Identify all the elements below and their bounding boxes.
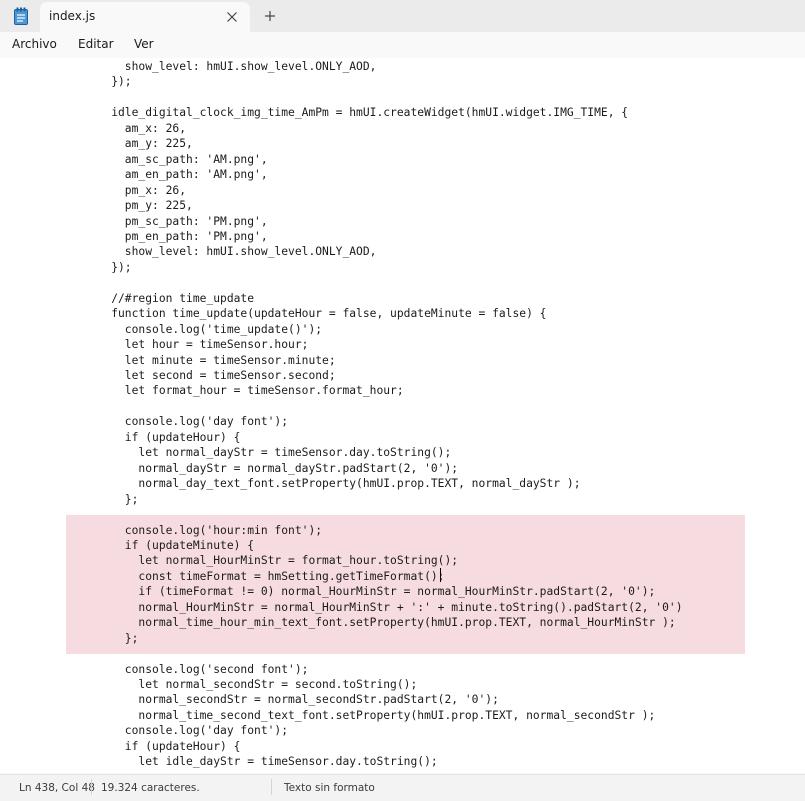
code-line: normal_HourMinStr = normal_HourMinStr + … — [84, 600, 683, 614]
code-line: pm_en_path: 'PM.png', — [84, 229, 268, 243]
status-divider — [271, 779, 272, 795]
code-line: pm_sc_path: 'PM.png', — [84, 214, 268, 228]
code-line: }; — [84, 631, 139, 645]
code-line: let normal_dayStr = timeSensor.day.toStr… — [84, 446, 452, 460]
character-count: 19.324 caracteres. — [101, 782, 200, 794]
code-line: //#region time_update — [84, 291, 255, 305]
code-line: normal_day_text_font.setProperty(hmUI.pr… — [84, 477, 581, 491]
text-format: Texto sin formato — [284, 782, 375, 794]
code-line: let normal_HourMinStr = format_hour.toSt… — [84, 554, 459, 568]
code-line: console.log('hour:min font'); — [84, 523, 323, 537]
code-line: let second = timeSensor.second; — [84, 369, 336, 382]
notepad-icon — [13, 7, 29, 25]
status-divider — [91, 779, 92, 795]
text-editor[interactable]: show_level: hmUI.show_level.ONLY_AOD, })… — [0, 58, 805, 773]
code-line: }; — [84, 492, 139, 506]
cursor-position: Ln 438, Col 48 — [19, 782, 95, 794]
code-line: const timeFormat = hmSetting.getTimeForm… — [84, 569, 445, 583]
status-bar: Ln 438, Col 48 19.324 caracteres. Texto … — [0, 774, 805, 801]
code-line: show_level: hmUI.show_level.ONLY_AOD, — [84, 60, 377, 73]
code-line: console.log('day font'); — [84, 724, 289, 738]
menu-ver[interactable]: Ver — [134, 37, 154, 51]
code-line: if (updateHour) { — [84, 739, 241, 753]
text-caret — [440, 568, 441, 582]
code-line: let normal_secondStr = second.toString()… — [84, 678, 418, 691]
code-line: }); — [84, 260, 132, 274]
code-line: pm_x: 26, — [84, 183, 187, 197]
code-line: let hour = timeSensor.hour; — [84, 338, 309, 352]
menu-bar: Archivo Editar Ver — [0, 32, 805, 58]
code-line: normal_time_second_text_font.setProperty… — [84, 708, 656, 722]
code-line: pm_y: 225, — [84, 199, 193, 213]
code-line: let format_hour = timeSensor.format_hour… — [84, 384, 404, 398]
code-line: am_sc_path: 'AM.png', — [84, 152, 268, 166]
code-line: normal_secondStr = normal_secondStr.padS… — [84, 693, 499, 707]
code-line: if (updateMinute) { — [84, 538, 255, 552]
close-icon[interactable] — [224, 9, 240, 25]
code-line: idle_digital_clock_img_time_AmPm = hmUI.… — [84, 106, 629, 120]
code-line: console.log('day font'); — [84, 415, 289, 429]
code-line: am_y: 225, — [84, 137, 193, 151]
code-line: if (updateHour) { — [84, 430, 241, 444]
code-line: am_x: 26, — [84, 121, 187, 135]
code-line: show_level: hmUI.show_level.ONLY_AOD, — [84, 245, 377, 259]
code-line: normal_dayStr = normal_dayStr.padStart(2… — [84, 461, 459, 475]
code-line: let minute = timeSensor.minute; — [84, 353, 336, 367]
title-bar: index.js — [0, 0, 805, 32]
code-line: console.log('time_update()'); — [84, 322, 323, 336]
code-line: if (timeFormat != 0) normal_HourMinStr =… — [84, 585, 656, 599]
plus-icon[interactable] — [262, 8, 278, 24]
menu-editar[interactable]: Editar — [78, 37, 114, 51]
code-line: let idle_dayStr = timeSensor.day.toStrin… — [84, 755, 438, 769]
code-line: am_en_path: 'AM.png', — [84, 168, 268, 182]
code-line: function time_update(updateHour = false,… — [84, 307, 547, 321]
code-line: }); — [84, 75, 132, 89]
menu-archivo[interactable]: Archivo — [12, 37, 57, 51]
tab-title: index.js — [49, 9, 96, 23]
tab-index-js[interactable]: index.js — [40, 2, 250, 32]
code-line: normal_time_hour_min_text_font.setProper… — [84, 616, 676, 630]
code-line: console.log('second font'); — [84, 662, 309, 676]
